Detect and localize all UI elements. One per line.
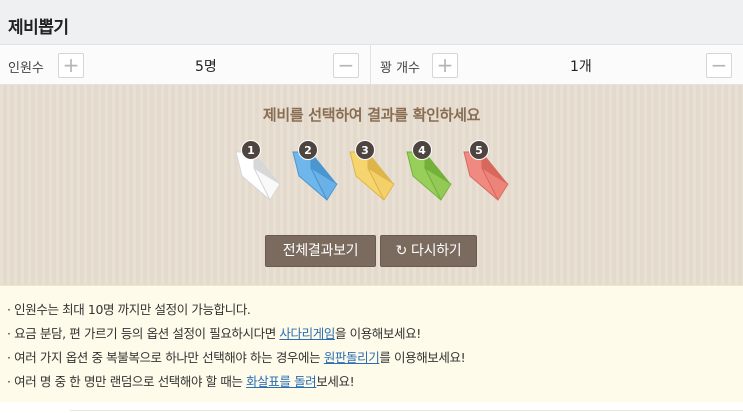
info-line-1: · 인원수는 최대 10명 까지만 설정이 가능합니다. <box>7 302 251 317</box>
lot-number-badge: 4 <box>412 140 432 160</box>
plus-icon: + <box>62 53 80 77</box>
roulette-link[interactable]: 원판돌리기 <box>324 350 380 365</box>
lottery-board: 제비를 선택하여 결과를 확인하세요 1 2 3 4 5 전체결과보기 ↻ 다시… <box>0 85 743 285</box>
info-line-4-text: · 여러 명 중 한 명만 랜덤으로 선택해야 할 때는 <box>7 374 247 389</box>
page-title: 제비뽑기 <box>8 18 69 38</box>
lot-number-badge: 2 <box>298 140 318 160</box>
info-line-3: · 여러 가지 옵션 중 복불복으로 하나만 선택해야 하는 경우에는 원판돌리… <box>7 347 466 366</box>
minus-icon: − <box>710 53 728 77</box>
people-increase-button[interactable]: + <box>58 53 84 78</box>
info-line-3-text: · 여러 가지 옵션 중 복불복으로 하나만 선택해야 하는 경우에는 <box>7 350 324 365</box>
info-line-2-suffix: 을 이용해보세요! <box>334 326 421 341</box>
arrow-spinner-link[interactable]: 화살표를 돌려 <box>246 374 317 389</box>
settings-bar: 인원수 + 5명 − 꽝 개수 + 1개 − <box>0 45 743 85</box>
info-line-4: · 여러 명 중 한 명만 랜덤으로 선택해야 할 때는 화살표를 돌려보세요! <box>7 371 355 390</box>
lot-4[interactable]: 4 <box>405 140 461 210</box>
info-line-2-text: · 요금 분담, 편 가르기 등의 옵션 설정이 필요하시다면 <box>7 326 280 341</box>
refresh-icon: ↻ <box>395 243 408 259</box>
footer-divider <box>70 410 743 411</box>
blank-decrease-button[interactable]: − <box>706 53 732 78</box>
instruction-text: 제비를 선택하여 결과를 확인하세요 <box>262 106 481 124</box>
lot-5[interactable]: 5 <box>462 140 518 210</box>
info-line-2: · 요금 분담, 편 가르기 등의 옵션 설정이 필요하시다면 사다리게임을 이… <box>7 323 421 342</box>
lot-1[interactable]: 1 <box>234 140 290 210</box>
people-decrease-button[interactable]: − <box>333 53 359 78</box>
people-count-value: 5명 <box>195 59 217 75</box>
retry-label: 다시하기 <box>411 243 462 259</box>
lot-3[interactable]: 3 <box>348 140 404 210</box>
lot-number-badge: 1 <box>241 140 261 160</box>
blank-count-label: 꽝 개수 <box>380 61 421 76</box>
lot-number-badge: 5 <box>469 140 489 160</box>
show-all-results-button[interactable]: 전체결과보기 <box>265 235 376 267</box>
retry-button[interactable]: ↻ 다시하기 <box>380 235 477 267</box>
settings-divider <box>370 45 371 85</box>
info-line-3-suffix: 를 이용해보세요! <box>379 350 466 365</box>
info-panel: · 인원수는 최대 10명 까지만 설정이 가능합니다. · 요금 분담, 편 … <box>0 285 743 402</box>
info-line-4-suffix: 보세요! <box>316 374 355 389</box>
minus-icon: − <box>337 53 355 77</box>
blank-count-value: 1개 <box>570 59 592 75</box>
lot-number-badge: 3 <box>355 140 375 160</box>
people-count-label: 인원수 <box>8 61 44 76</box>
ladder-game-link[interactable]: 사다리게임 <box>279 326 335 341</box>
lot-2[interactable]: 2 <box>291 140 347 210</box>
blank-increase-button[interactable]: + <box>432 53 458 78</box>
plus-icon: + <box>436 53 454 77</box>
title-bar: 제비뽑기 <box>0 0 743 45</box>
